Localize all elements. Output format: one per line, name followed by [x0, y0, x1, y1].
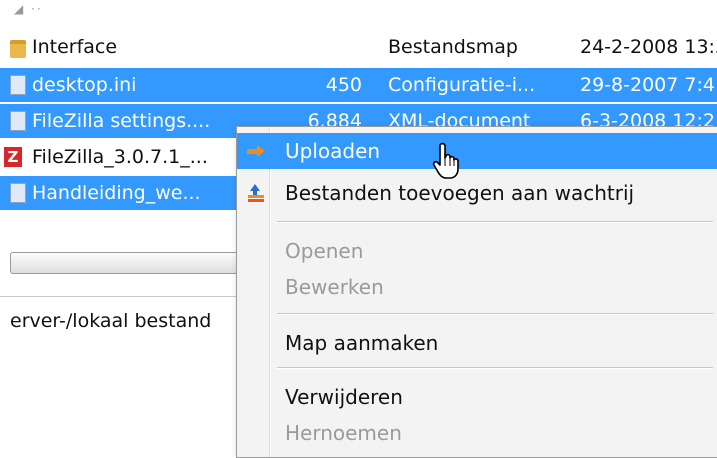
pdf-icon: Z [4, 147, 22, 167]
menu-item-uploaden[interactable]: Uploaden [237, 133, 717, 169]
menu-item-label: Hernoemen [285, 421, 402, 445]
menu-item-label: Verwijderen [285, 385, 403, 409]
file-icon [10, 111, 26, 131]
menu-separator [277, 313, 713, 315]
file-row[interactable]: Interface Bestandsmap 24-2-2008 13:3 [0, 30, 717, 64]
file-type: Configuratie-i... [388, 74, 536, 96]
file-date: 29-8-2007 7:4 [580, 74, 715, 96]
menu-item-label: Bestanden toevoegen aan wachtrij [285, 181, 635, 205]
file-name: desktop.ini [32, 74, 137, 96]
folder-icon [10, 40, 26, 58]
menu-item-add-to-queue[interactable]: Bestanden toevoegen aan wachtrij [237, 175, 717, 211]
menu-item-bewerken[interactable]: Bewerken [237, 269, 717, 305]
file-name: FileZilla settings.... [32, 110, 211, 132]
menu-item-label: Bewerken [285, 275, 384, 299]
file-row[interactable]: desktop.ini 450 Configuratie-i... 29-8-2… [0, 68, 717, 102]
menu-item-openen[interactable]: Openen [237, 233, 717, 269]
menu-separator [277, 221, 713, 223]
add-to-queue-icon [247, 184, 265, 202]
file-size: 450 [325, 74, 362, 96]
hand-cursor-icon [432, 142, 459, 179]
file-icon [10, 75, 26, 95]
file-name: Handleiding_we... [32, 182, 201, 204]
menu-item-map-aanmaken[interactable]: Map aanmaken [237, 325, 717, 361]
file-type: Bestandsmap [388, 36, 518, 58]
menu-separator [277, 367, 713, 369]
file-name: Interface [32, 36, 118, 58]
context-menu: Uploaden Bestanden toevoegen aan wachtri… [236, 126, 717, 458]
file-icon [10, 183, 26, 203]
upload-arrow-icon [247, 142, 265, 160]
file-date: 24-2-2008 13:3 [580, 36, 717, 58]
file-row[interactable]: Handleiding_we... [0, 176, 236, 210]
menu-item-label: Map aanmaken [285, 331, 439, 355]
status-label: erver-/lokaal bestand [10, 310, 212, 332]
horizontal-scrollbar[interactable] [10, 252, 252, 274]
panel-divider [0, 296, 240, 297]
menu-item-label: Openen [285, 239, 364, 263]
parent-folder-icon[interactable]: ◢ ·· [14, 2, 43, 16]
file-name: FileZilla_3.0.7.1_... [32, 146, 208, 168]
menu-item-label: Uploaden [285, 139, 381, 163]
menu-item-verwijderen[interactable]: Verwijderen [237, 379, 717, 415]
menu-item-hernoemen[interactable]: Hernoemen [237, 415, 717, 451]
